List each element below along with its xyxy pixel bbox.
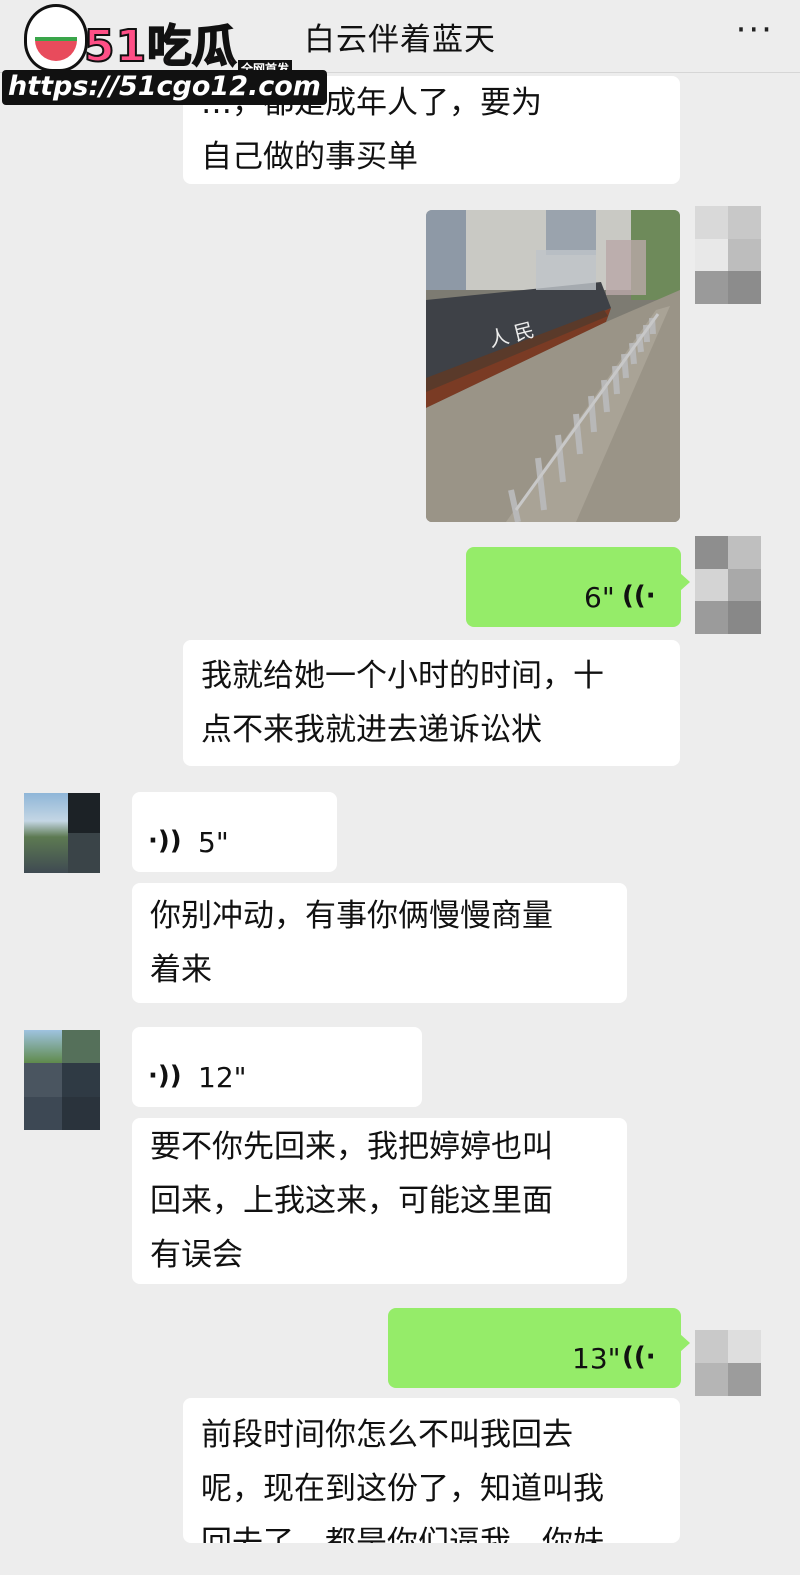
voice-duration: 5" <box>198 826 229 859</box>
voice-duration: 13" <box>572 1342 621 1375</box>
message-line: 着来 <box>150 952 212 988</box>
message-line: 自己做的事买单 <box>201 139 418 175</box>
message-bubble[interactable]: 要不你先回来，我把婷婷也叫 回来，上我这来，可能这里面 有误会 <box>132 1118 627 1284</box>
bottom-edge <box>0 1545 800 1575</box>
self-avatar[interactable] <box>695 1330 761 1396</box>
voice-message[interactable]: 13" ((· <box>388 1308 690 1388</box>
voice-duration: 12" <box>198 1061 247 1094</box>
message-line: 前段时间你怎么不叫我回去 <box>201 1417 573 1453</box>
image-message[interactable]: 人民 <box>426 210 680 522</box>
message-line: 呢，现在到这份了，知道叫我 <box>201 1471 604 1507</box>
message-bubble[interactable]: 你别冲动，有事你俩慢慢商量 着来 <box>132 883 627 1003</box>
self-avatar[interactable] <box>695 206 761 304</box>
self-avatar[interactable] <box>695 536 761 634</box>
contact-avatar[interactable] <box>24 793 100 873</box>
voice-wave-icon: ((· <box>622 1342 656 1372</box>
voice-wave-icon: ·)) <box>148 826 182 856</box>
message-line: 回来，上我这来，可能这里面 <box>150 1183 553 1219</box>
message-bubble[interactable]: 我就给她一个小时的时间，十 点不来我就进去递诉讼状 <box>183 640 680 766</box>
voice-duration: 6" <box>584 581 615 614</box>
voice-wave-icon: ((· <box>622 581 656 611</box>
message-line: 我就给她一个小时的时间，十 <box>201 658 604 694</box>
voice-message[interactable]: ·)) 12" <box>132 1027 422 1107</box>
message-line: 有误会 <box>150 1237 243 1273</box>
watermark-logo-text: 51吃瓜 <box>83 20 238 73</box>
voice-message[interactable]: ·)) 5" <box>132 792 337 872</box>
message-line: 回去了，都是你们逼我，你妹 <box>201 1525 604 1543</box>
message-line: 点不来我就进去递诉讼状 <box>201 712 542 748</box>
message-bubble[interactable]: 前段时间你怎么不叫我回去 呢，现在到这份了，知道叫我 回去了，都是你们逼我，你妹 <box>183 1398 680 1543</box>
message-line: 你别冲动，有事你俩慢慢商量 <box>150 898 553 934</box>
more-options-icon[interactable]: ··· <box>736 10 774 50</box>
contact-avatar[interactable] <box>24 1030 100 1130</box>
watermelon-mascot-icon <box>24 4 88 72</box>
watermark-url: https://51cgo12.com <box>2 70 327 105</box>
street-photo <box>426 210 680 522</box>
voice-wave-icon: ·)) <box>148 1061 182 1091</box>
message-line: 要不你先回来，我把婷婷也叫 <box>150 1129 553 1165</box>
watermark: 51吃瓜 全网首发 https://51cgo12.com <box>0 0 327 110</box>
voice-message[interactable]: 6" ((· <box>466 547 690 627</box>
chat-screen: 白云伴着蓝天 ··· …，都是成年人了，要为 自己做的事买单 人民 6" ((·… <box>0 0 800 1575</box>
